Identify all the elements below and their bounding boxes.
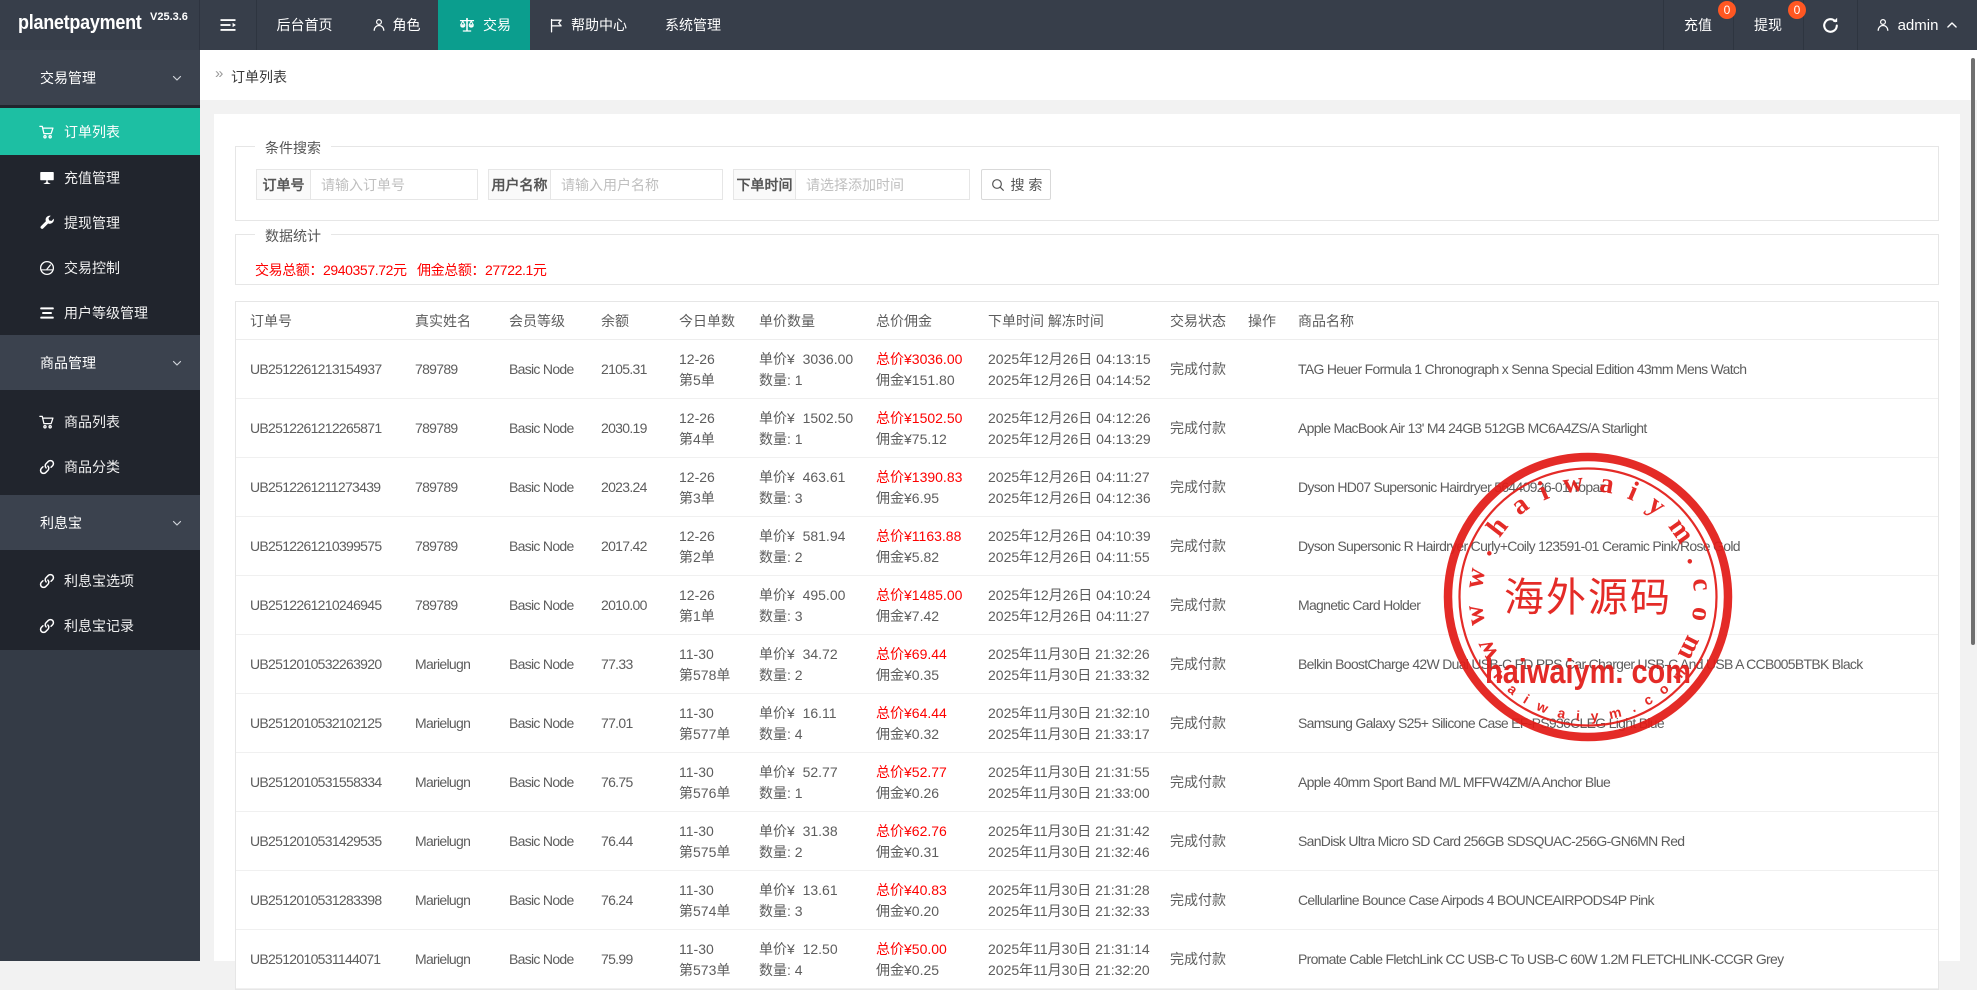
svg-text:www.haiwaiym.com: www.haiwaiym.com	[1458, 467, 1718, 667]
svg-text:海外源码: 海外源码	[1504, 575, 1672, 620]
